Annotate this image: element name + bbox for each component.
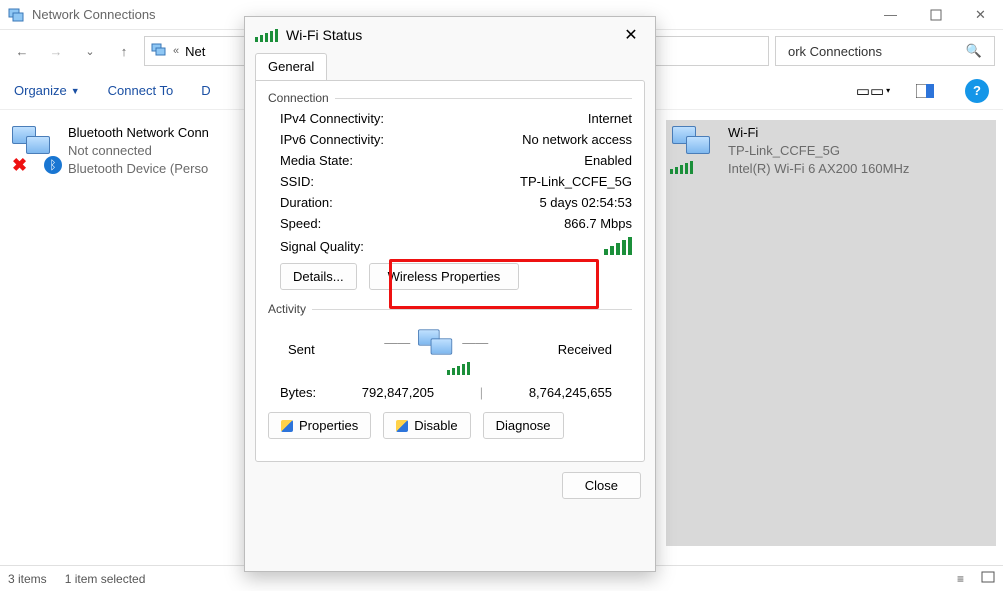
activity-icon [418, 328, 454, 357]
ipv6-value: No network access [522, 132, 632, 147]
bluetooth-icon: ᛒ [44, 156, 62, 174]
activity-header: Sent —— —— Received [288, 324, 612, 375]
diagnose-button[interactable]: Diagnose [483, 412, 564, 439]
adapter-device: Intel(R) Wi-Fi 6 AX200 160MHz [728, 160, 909, 178]
address-icon [151, 43, 167, 60]
app-icon [8, 7, 24, 23]
bytes-label: Bytes: [280, 385, 316, 400]
breadcrumb-suffix: ork Connections [788, 44, 882, 59]
details-button[interactable]: Details... [280, 263, 357, 290]
tab-general[interactable]: General [255, 53, 327, 80]
sent-bytes: 792,847,205 [362, 385, 434, 400]
ipv4-value: Internet [588, 111, 632, 126]
wifi-adapter-icon [672, 124, 720, 172]
close-button[interactable]: Close [562, 472, 641, 499]
sent-label: Sent [288, 342, 315, 357]
dialog-close-button[interactable]: ✕ [617, 21, 645, 49]
section-activity: Activity [268, 302, 632, 316]
connect-to-button[interactable]: Connect To [108, 83, 174, 98]
disable-button[interactable]: Disable [383, 412, 470, 439]
back-button[interactable]: ← [8, 37, 36, 65]
forward-button[interactable]: → [42, 37, 70, 65]
section-connection: Connection [268, 91, 632, 105]
preview-pane-button[interactable] [913, 79, 937, 103]
duration-label: Duration: [280, 195, 333, 210]
signal-quality-icon [604, 237, 632, 255]
wireless-properties-button[interactable]: Wireless Properties [369, 263, 520, 290]
wifi-status-dialog: Wi-Fi Status ✕ General Connection IPv4 C… [244, 16, 656, 572]
ipv6-label: IPv6 Connectivity: [280, 132, 384, 147]
signal-bars-icon [255, 29, 278, 42]
breadcrumb-prefix: « [173, 45, 179, 57]
adapter-status: TP-Link_CCFE_5G [728, 142, 909, 160]
speed-label: Speed: [280, 216, 321, 231]
breadcrumb-item[interactable]: Net [185, 44, 205, 59]
help-button[interactable]: ? [965, 79, 989, 103]
received-label: Received [558, 342, 612, 357]
status-selected: 1 item selected [65, 572, 146, 586]
dialog-title-bar: Wi-Fi Status ✕ [245, 17, 655, 53]
signal-bars-icon [447, 362, 470, 375]
view-details-icon[interactable]: ≡ [957, 572, 963, 586]
dialog-pane: Connection IPv4 Connectivity: Internet IP… [255, 80, 645, 462]
organize-menu[interactable]: Organize▼ [14, 83, 80, 98]
minimize-button[interactable]: — [868, 0, 913, 30]
signal-quality-label: Signal Quality: [280, 239, 364, 254]
adapter-name: Wi-Fi [728, 124, 909, 142]
status-count: 3 items [8, 572, 47, 586]
ssid-label: SSID: [280, 174, 314, 189]
bytes-row: Bytes: 792,847,205 | 8,764,245,655 [280, 385, 612, 400]
properties-button[interactable]: Properties [268, 412, 371, 439]
shield-icon [396, 420, 408, 432]
toolbar-extra[interactable]: D [201, 83, 210, 98]
adapter-name: Bluetooth Network Conn [68, 124, 209, 142]
adapter-device: Bluetooth Device (Perso [68, 160, 209, 178]
ipv4-label: IPv4 Connectivity: [280, 111, 384, 126]
adapter-status: Not connected [68, 142, 209, 160]
view-menu[interactable]: ▭▭▾ [861, 79, 885, 103]
up-button[interactable]: ↑ [110, 37, 138, 65]
search-box[interactable]: ork Connections 🔍 [775, 36, 995, 66]
shield-icon [281, 420, 293, 432]
media-state-value: Enabled [584, 153, 632, 168]
search-icon: 🔍 [966, 43, 982, 59]
dialog-title: Wi-Fi Status [286, 27, 362, 43]
recent-dropdown[interactable]: ⌄ [76, 37, 104, 65]
disconnected-x-icon: ✖ [12, 158, 27, 172]
view-large-icon[interactable] [981, 571, 995, 586]
ssid-value: TP-Link_CCFE_5G [520, 174, 632, 189]
adapter-wifi[interactable]: Wi-Fi TP-Link_CCFE_5G Intel(R) Wi-Fi 6 A… [666, 120, 996, 546]
speed-value: 866.7 Mbps [564, 216, 632, 231]
received-bytes: 8,764,245,655 [529, 385, 612, 400]
close-window-button[interactable]: ✕ [958, 0, 1003, 30]
bytes-separator: | [480, 385, 483, 400]
media-state-label: Media State: [280, 153, 353, 168]
duration-value: 5 days 02:54:53 [539, 195, 632, 210]
signal-bars-icon [670, 161, 693, 174]
bluetooth-adapter-icon: ✖ ᛒ [12, 124, 60, 172]
maximize-button[interactable] [913, 0, 958, 30]
